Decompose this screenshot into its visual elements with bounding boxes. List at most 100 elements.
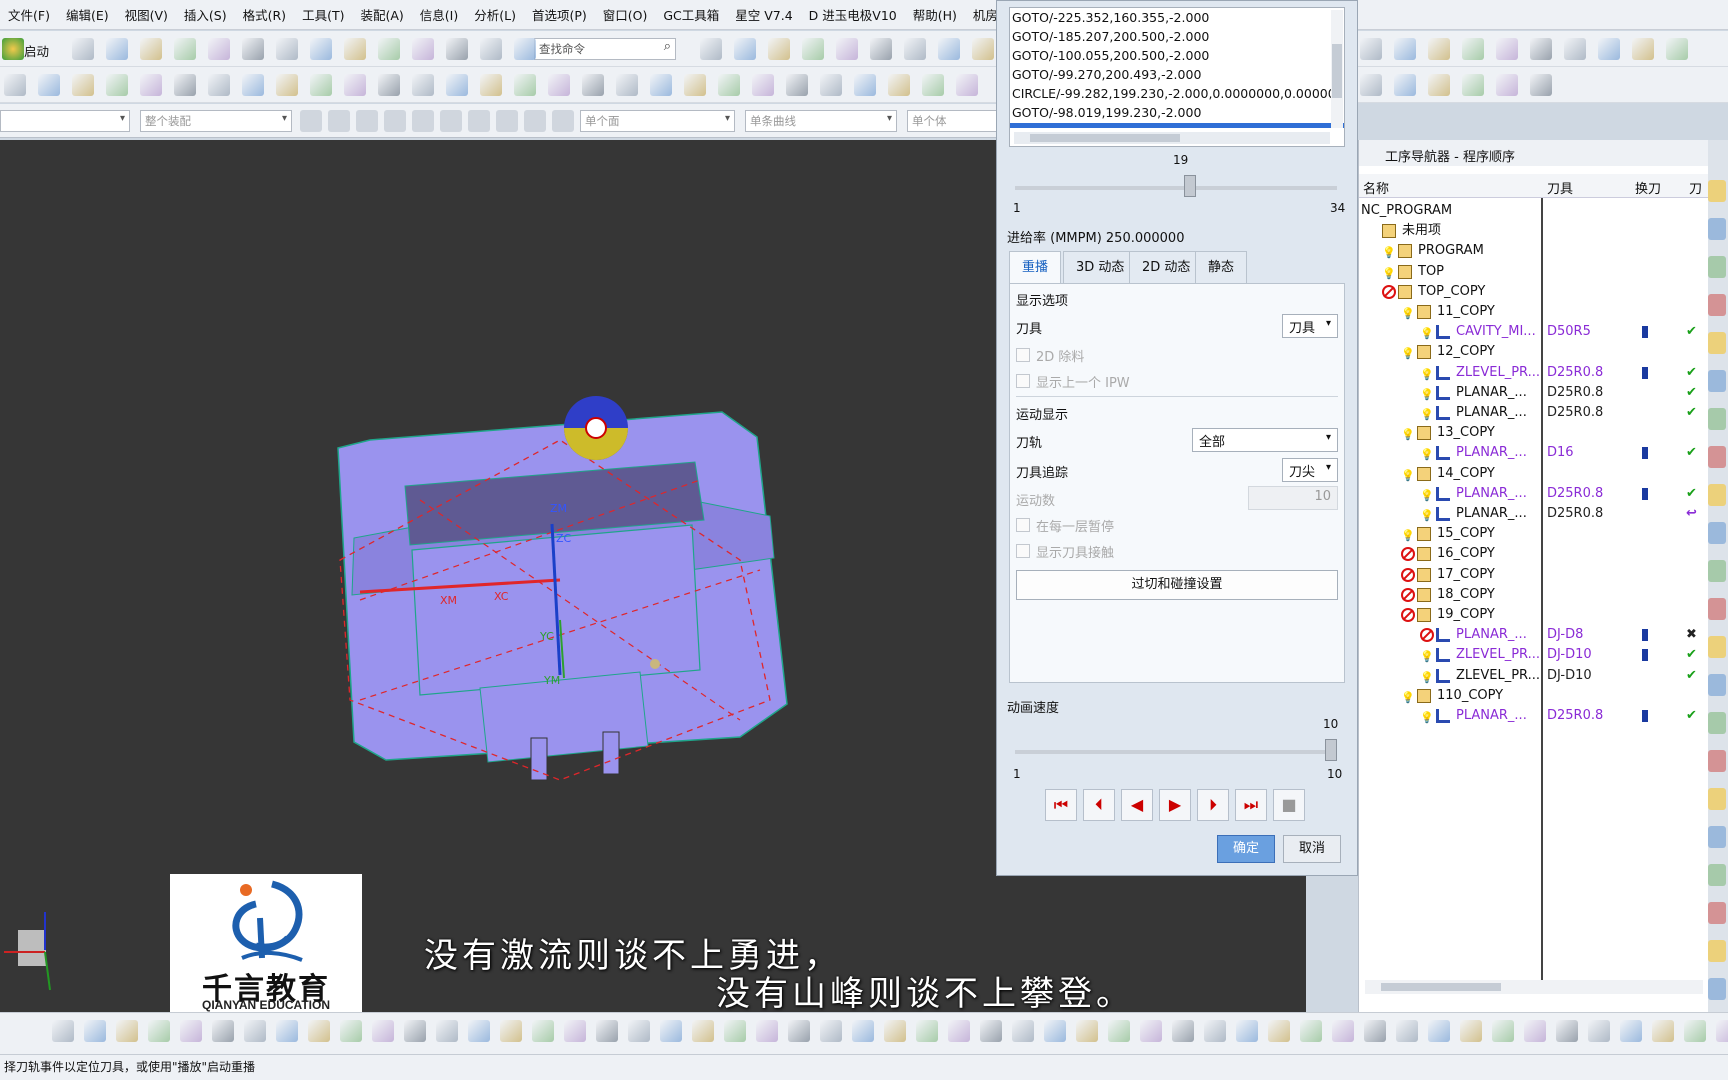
toolbar-icon[interactable] [140,74,162,96]
toolbar-icon[interactable] [548,74,570,96]
toolbar-icon[interactable] [52,1020,74,1042]
toolbar-icon[interactable] [1360,74,1382,96]
ok-button[interactable]: 确定 [1217,835,1275,863]
toolbar-icon[interactable] [436,1020,458,1042]
navigator-row[interactable]: 💡 ZLEVEL_PR... D25R0.8 ✔ [1359,362,1709,384]
toolbar-icon[interactable] [980,1020,1002,1042]
menu-item[interactable]: 文件(F) [0,5,58,24]
toolbar-icon[interactable] [684,74,706,96]
navigator-row[interactable]: 💡 PLANAR_... D25R0.8 ↩ [1359,503,1709,525]
toolbar-icon[interactable] [802,38,824,60]
toolbar-icon[interactable] [412,38,434,60]
toolbar-icon[interactable] [242,74,264,96]
toolbar-icon[interactable] [1076,1020,1098,1042]
navigator-row[interactable]: 💡 12_COPY [1359,341,1709,363]
toolbar-icon[interactable] [1598,38,1620,60]
menu-item[interactable]: 星空 V7.4 [727,5,800,24]
toolbar-icon[interactable] [788,1020,810,1042]
toolbar-icon[interactable] [514,38,536,60]
toolbar-icon[interactable] [446,74,468,96]
toolbar-icon[interactable] [1666,38,1688,60]
toolbar-icon[interactable] [1332,1020,1354,1042]
tab-3d-dynamic[interactable]: 3D 动态 [1063,251,1138,283]
toolbar-icon[interactable] [1394,74,1416,96]
toolbar-icon[interactable] [904,38,926,60]
toolbar-icon[interactable] [84,1020,106,1042]
toolbar-icon[interactable] [532,1020,554,1042]
toolbar-icon[interactable] [72,38,94,60]
toolbar-icon[interactable] [1428,38,1450,60]
toolbar-icon[interactable] [1632,38,1654,60]
toolbar-icon[interactable] [208,74,230,96]
toolbar-icon[interactable] [1462,38,1484,60]
toolbar-icon[interactable] [344,74,366,96]
code-line[interactable]: CIRCLE/-99.282,199.230,-2.000,0.0000000,… [1010,84,1344,103]
toolbar-icon[interactable] [1140,1020,1162,1042]
resource-bar-icon[interactable] [1708,674,1726,696]
step-slider[interactable] [1015,186,1337,190]
navigator-hscrollbar[interactable] [1365,980,1703,994]
toolbar-icon[interactable] [38,74,60,96]
stop-button[interactable]: ■ [1273,789,1305,821]
toolbar-icon[interactable] [916,1020,938,1042]
resource-bar-icon[interactable] [1708,940,1726,962]
toolbar-icon[interactable] [1108,1020,1130,1042]
toolbar-icon[interactable] [700,38,722,60]
toolbar-icon[interactable] [106,38,128,60]
toolbar-icon[interactable] [1716,1020,1728,1042]
menu-item[interactable]: 视图(V) [117,5,176,24]
toolbar-icon[interactable] [582,74,604,96]
navigator-row[interactable]: 💡 TOP [1359,261,1709,283]
toolbar-icon[interactable] [1364,1020,1386,1042]
menu-item[interactable]: D 进玉电极V10 [801,5,905,24]
toolbar-icon[interactable] [404,1020,426,1042]
toolbar-icon[interactable] [180,1020,202,1042]
toolbar-icon[interactable] [514,74,536,96]
gouge-collision-settings-button[interactable]: 过切和碰撞设置 [1016,570,1338,600]
toolbar-icon[interactable] [596,1020,618,1042]
filter-icon[interactable] [300,110,322,132]
filter-icon[interactable] [552,110,574,132]
navigator-row[interactable]: 💡 PLANAR_... D25R0.8 ✔ [1359,382,1709,404]
motion-count-input[interactable]: 10 [1248,486,1338,510]
toolbar-icon[interactable] [956,74,978,96]
navigator-row[interactable]: 💡 PLANAR_... D25R0.8 ✔ [1359,483,1709,505]
menu-item[interactable]: 窗口(O) [595,5,656,24]
toolpath-display-select[interactable]: 全部 ▾ [1192,428,1338,452]
resource-bar-icon[interactable] [1708,750,1726,772]
navigator-row[interactable]: 💡 14_COPY [1359,463,1709,485]
horizontal-scrollbar[interactable] [1014,132,1330,144]
resource-bar-icon[interactable] [1708,864,1726,886]
toolbar-icon[interactable] [412,74,434,96]
toolbar-icon[interactable] [344,38,366,60]
navigator-row[interactable]: 💡 15_COPY [1359,523,1709,545]
toolbar-icon[interactable] [4,74,26,96]
resource-bar-icon[interactable] [1708,560,1726,582]
resource-bar-icon[interactable] [1708,294,1726,316]
toolbar-icon[interactable] [1460,1020,1482,1042]
navigator-row[interactable]: 💡 ZLEVEL_PR... DJ-D10 ✔ [1359,644,1709,666]
toolbar-icon[interactable] [1394,38,1416,60]
toolbar-icon[interactable] [480,74,502,96]
rewind-to-start-button[interactable]: ⏮ [1045,789,1077,821]
toolbar-icon[interactable] [1428,1020,1450,1042]
toolbar-icon[interactable] [446,38,468,60]
toolbar-icon[interactable] [852,1020,874,1042]
play-forward-button[interactable]: ▶ [1159,789,1191,821]
menu-item[interactable]: 装配(A) [352,5,411,24]
toolbar-icon[interactable] [1462,74,1484,96]
code-line[interactable]: GOTO/-99.270,200.493,-2.000 [1010,65,1344,84]
resource-bar-icon[interactable] [1708,218,1726,240]
toolbar-icon[interactable] [140,38,162,60]
toolbar-icon[interactable] [1492,1020,1514,1042]
resource-bar-icon[interactable] [1708,446,1726,468]
navigator-row[interactable]: 💡 CAVITY_MI... D50R5 ✔ [1359,321,1709,343]
tool-display-select[interactable]: 刀具 ▾ [1282,314,1338,338]
navigator-row[interactable]: PLANAR_... DJ-D8 ✖ [1359,624,1709,646]
filter-icon[interactable] [356,110,378,132]
filter-icon[interactable] [384,110,406,132]
code-line[interactable]: GOTO/-225.352,160.355,-2.000 [1010,8,1344,27]
column-name[interactable]: 名称 [1363,178,1389,197]
toolbar-icon[interactable] [276,1020,298,1042]
animation-speed-slider[interactable] [1015,750,1337,754]
